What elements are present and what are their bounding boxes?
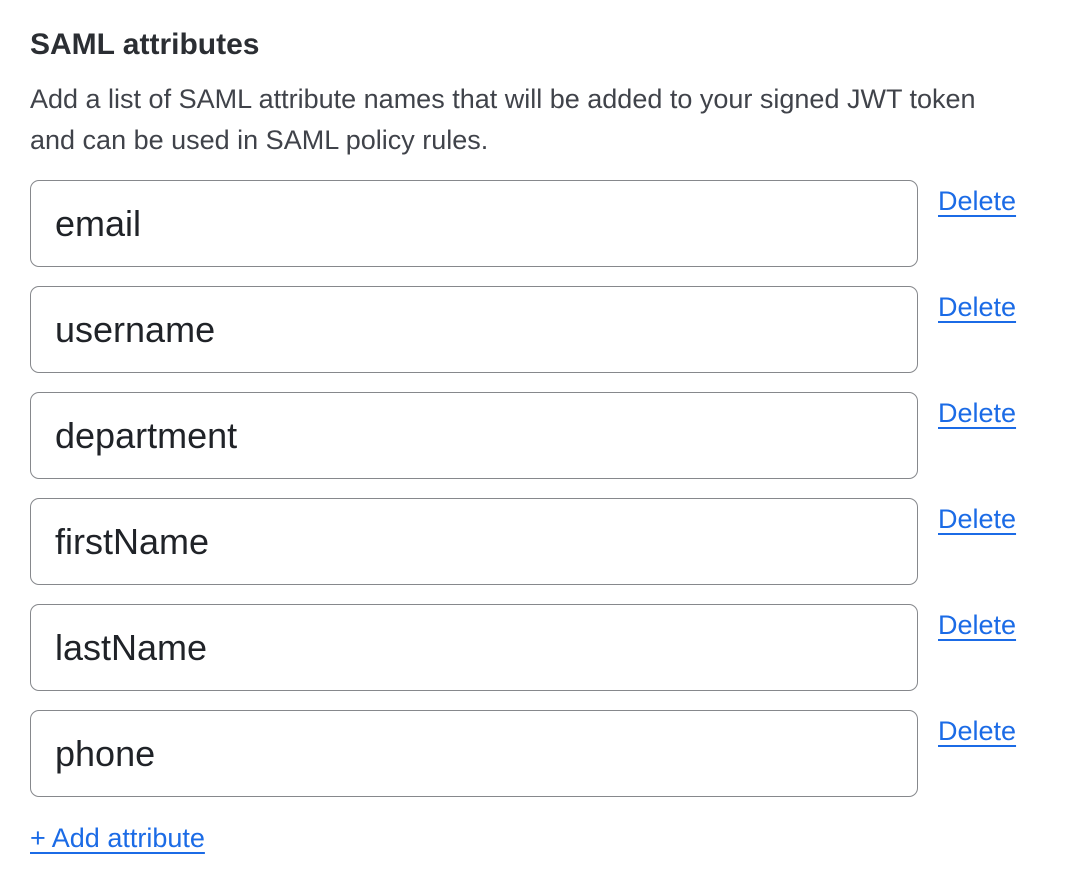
attribute-row: Delete <box>30 498 1036 585</box>
section-description-line-1: Add a list of SAML attribute names that … <box>30 79 1036 120</box>
section-description: Add a list of SAML attribute names that … <box>30 79 1036 161</box>
attribute-row: Delete <box>30 710 1036 797</box>
attribute-row: Delete <box>30 392 1036 479</box>
attribute-row: Delete <box>30 286 1036 373</box>
attribute-input-email[interactable] <box>30 180 918 267</box>
delete-link[interactable]: Delete <box>938 715 1016 748</box>
attribute-row: Delete <box>30 180 1036 267</box>
attribute-input-username[interactable] <box>30 286 918 373</box>
delete-link[interactable]: Delete <box>938 503 1016 536</box>
section-title: SAML attributes <box>30 26 1036 64</box>
delete-link[interactable]: Delete <box>938 291 1016 324</box>
attribute-list: Delete Delete Delete Delete Delete Delet… <box>30 180 1036 797</box>
section-description-line-2: and can be used in SAML policy rules. <box>30 120 1036 161</box>
attribute-input-firstName[interactable] <box>30 498 918 585</box>
saml-attributes-section: SAML attributes Add a list of SAML attri… <box>0 0 1066 855</box>
attribute-input-lastName[interactable] <box>30 604 918 691</box>
delete-link[interactable]: Delete <box>938 185 1016 218</box>
add-attribute-link[interactable]: + Add attribute <box>30 822 205 855</box>
attribute-row: Delete <box>30 604 1036 691</box>
attribute-input-phone[interactable] <box>30 710 918 797</box>
delete-link[interactable]: Delete <box>938 397 1016 430</box>
attribute-input-department[interactable] <box>30 392 918 479</box>
delete-link[interactable]: Delete <box>938 609 1016 642</box>
